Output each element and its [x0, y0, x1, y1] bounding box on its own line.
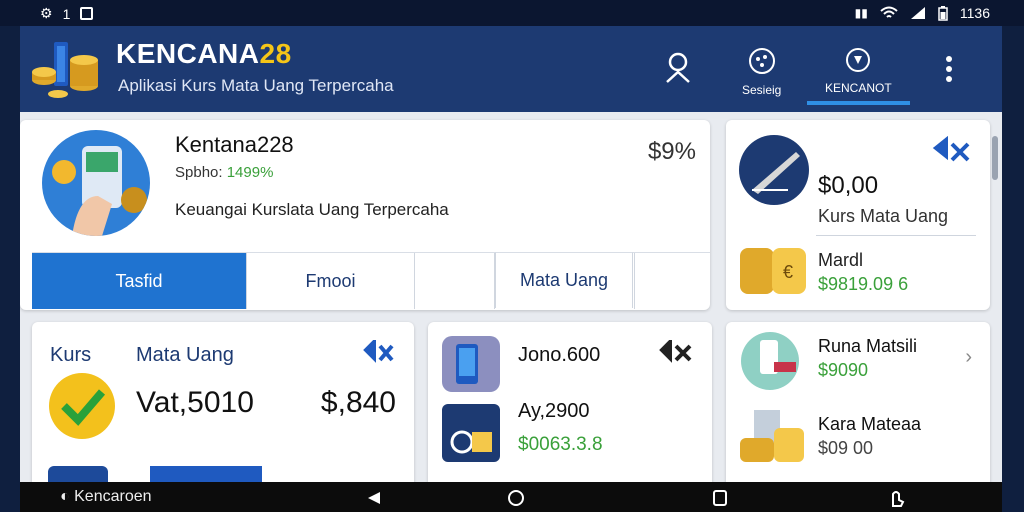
kurs-label: Kurs	[50, 344, 92, 366]
phone-payment-icon	[52, 146, 147, 236]
kurs-value: Vat,5010	[136, 386, 254, 419]
recents-icon[interactable]	[713, 490, 727, 506]
coin-item-name: Mardl	[818, 250, 864, 270]
chevron-right-icon[interactable]: ›	[965, 346, 972, 369]
runa-value: $9090	[818, 360, 869, 380]
exchange-icon[interactable]	[932, 136, 972, 166]
tab-tasfid[interactable]: Tasfid	[32, 253, 247, 309]
summary-subtitle: Kurs Mata Uang	[818, 206, 949, 226]
status-time: 1136	[959, 5, 990, 21]
gesture-icon[interactable]	[887, 488, 905, 508]
profile-sub-value: 1499%	[226, 164, 274, 181]
tab-mata-uang[interactable]: Mata Uang	[495, 252, 633, 308]
kencana-tab-button[interactable]: KENCANOT	[807, 46, 910, 105]
coin-item-value: $9819.09 6	[818, 274, 909, 294]
nav-bar: ◐ Kencaroen	[20, 482, 1002, 512]
kurs-card: Kurs Mata Uang Vat,5010 $,840	[32, 322, 414, 482]
scrollbar[interactable]	[992, 136, 998, 180]
exchange-icon[interactable]	[362, 340, 396, 366]
nav-brand-text: Kencaroen	[74, 488, 152, 505]
mata-uang-label: Mata Uang	[136, 344, 234, 366]
shopping-phone-icon	[741, 332, 799, 390]
profile-description: Keuangai Kurslata Uang Terpercaha	[175, 200, 449, 219]
more-icon	[946, 56, 952, 82]
home-icon[interactable]	[507, 489, 525, 507]
app-header: KENCANA28 Aplikasi Kurs Mata Uang Terper…	[20, 26, 1002, 112]
tab-fmooi[interactable]: Fmooi	[247, 253, 415, 309]
nav-logo-icon: ◐	[60, 488, 70, 505]
profile-percent: $9%	[647, 138, 696, 165]
profile-button[interactable]	[665, 52, 691, 89]
app-window: KENCANA28 Aplikasi Kurs Mata Uang Terper…	[20, 26, 1002, 482]
notification-icon: ⚙	[40, 5, 53, 21]
exchange-icon[interactable]	[658, 340, 696, 366]
profile-subtitle: Spbho: 1499%	[175, 164, 273, 181]
gold-coins-icon: €	[740, 248, 806, 294]
tab-empty-1[interactable]	[415, 253, 495, 309]
jono-name: Jono.600	[518, 344, 601, 366]
screenshot-icon	[80, 7, 94, 20]
app-tagline: Aplikasi Kurs Mata Uang Terpercaha	[118, 76, 394, 95]
card-thumb-right	[150, 466, 262, 482]
coins-logo-icon	[32, 42, 98, 98]
status-left-text: 1	[62, 5, 71, 22]
jono-item2-name: Ay,2900	[518, 400, 590, 422]
profile-name: Kentana228	[175, 132, 294, 157]
nav-brand: ◐ Kencaroen	[60, 488, 152, 506]
more-button[interactable]	[945, 56, 953, 87]
brand-main: KENCANA	[116, 38, 260, 69]
kara-value: $09 00	[818, 438, 874, 458]
kencana-label: KENCANOT	[825, 81, 892, 95]
status-bar: ⚙ 1 ▮▮ 1136	[0, 0, 1024, 26]
kurs-summary-card: $0,00 Kurs Mata Uang € Mardl $9819.09 6	[726, 120, 990, 310]
signal-icon	[910, 7, 925, 19]
runa-card: Runa Matsili $9090 › Kara Mateaa $09 00	[726, 322, 990, 482]
back-icon[interactable]	[366, 490, 382, 506]
vibrate-icon: ▮▮	[854, 6, 868, 20]
check-icon	[49, 373, 115, 439]
svg-text:€: €	[783, 262, 793, 282]
pen-icon	[739, 135, 809, 205]
kara-name: Kara Mateaa	[818, 414, 922, 434]
phone-icon	[442, 336, 500, 392]
profile-avatar	[42, 130, 150, 236]
runa-name: Runa Matsili	[818, 336, 918, 356]
kencana-icon	[846, 48, 871, 72]
profile-sub-label: Spbho:	[175, 164, 223, 181]
app-card-icon	[442, 404, 500, 462]
mata-uang-value: $,840	[320, 386, 396, 419]
profile-card: Kentana228 Spbho: 1499% Keuangai Kurslat…	[20, 120, 710, 310]
settings-icon	[748, 48, 775, 74]
card-thumb-left	[48, 466, 108, 482]
battery-icon	[938, 5, 948, 21]
wifi-icon	[880, 6, 898, 18]
settings-label: Sesieig	[742, 83, 782, 97]
divider	[816, 235, 976, 236]
app-brand: KENCANA28	[116, 38, 292, 70]
jono-item2-value: $0063.3.8	[518, 434, 603, 455]
brand-number: 28	[259, 38, 292, 69]
coin-stack-icon	[740, 410, 804, 462]
profile-icon	[666, 52, 690, 83]
settings-button[interactable]: Sesieig	[742, 46, 781, 97]
summary-value: $0,00	[818, 172, 879, 199]
jono-card: Jono.600 Ay,2900 $0063.3.8	[428, 322, 712, 482]
